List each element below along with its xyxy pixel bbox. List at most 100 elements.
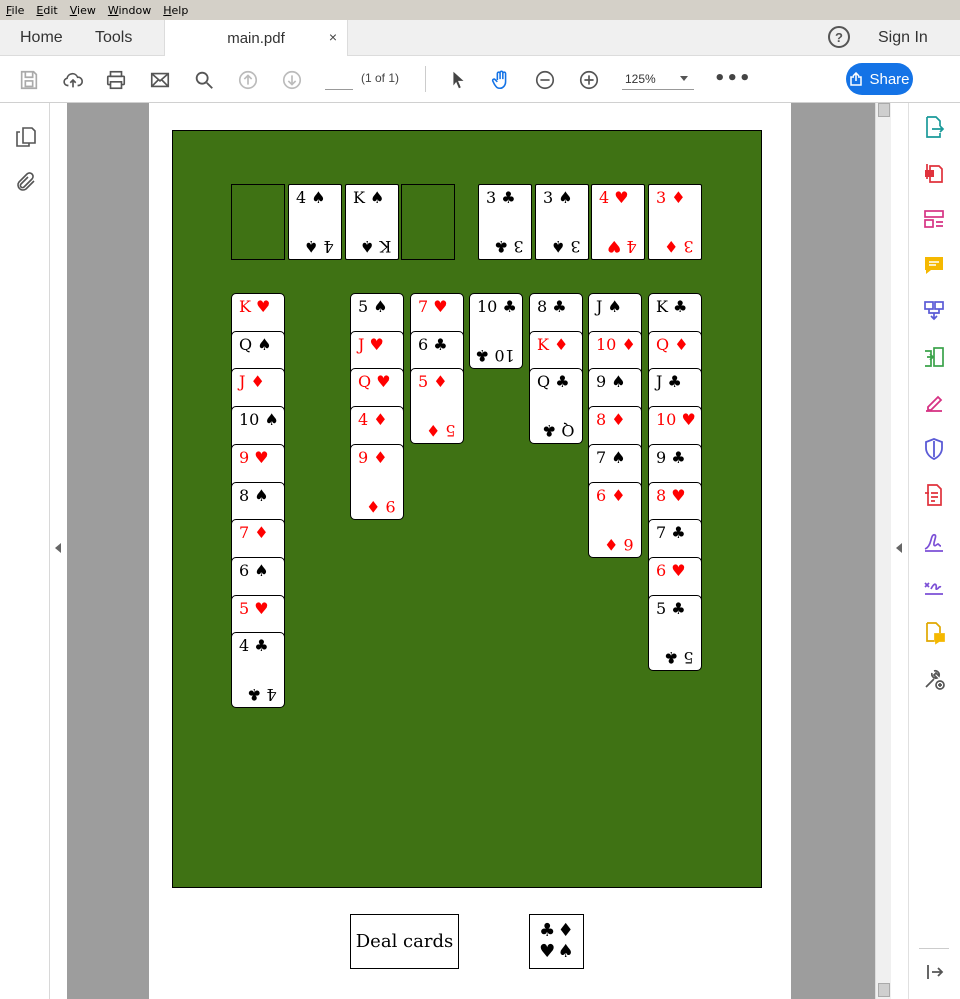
card-corner-label: 4 ♠ xyxy=(296,188,326,207)
card-corner-label-inverted: 6 ♦ xyxy=(604,534,634,554)
suits-button[interactable]: ♣ ♦ ♥ ♠ xyxy=(529,914,584,969)
card-corner-label: J ♠ xyxy=(596,297,622,316)
card-corner-label: 3 ♦ xyxy=(656,188,686,207)
zoom-out-icon[interactable] xyxy=(533,68,557,92)
card-corner-label-inverted: 9 ♦ xyxy=(366,496,396,516)
share-label: Share xyxy=(869,70,910,88)
document-viewport[interactable]: 4 ♠ 4 ♠ K ♠ K ♠ 3 ♣ 3 ♣ 3 ♠ 3 ♠ 4 ♥ 4 ♥ 3 ♦ 3 ♦ K ♥ K… xyxy=(67,103,875,999)
card-corner-label: 8 ♣ xyxy=(537,297,567,316)
menu-edit[interactable]: Edit xyxy=(36,4,57,17)
tab-home[interactable]: Home xyxy=(20,20,63,56)
combine-files-icon[interactable] xyxy=(922,299,946,323)
upload-cloud-icon[interactable] xyxy=(61,68,85,92)
pages-thumbnails-icon[interactable] xyxy=(14,125,38,149)
card-5-of-diamonds[interactable]: 5 ♦ 5 ♦ xyxy=(410,368,464,445)
hand-tool-icon[interactable] xyxy=(489,68,513,92)
menu-bar: File Edit View Window Help xyxy=(0,0,960,20)
toolbar: (1 of 1) 125% ••• Share xyxy=(0,56,960,103)
card-corner-label: 6 ♠ xyxy=(239,560,269,580)
share-icon xyxy=(850,72,863,86)
card-corner-label: 5 ♥ xyxy=(239,598,269,618)
more-options-icon[interactable]: ••• xyxy=(714,68,752,89)
zoom-in-icon[interactable] xyxy=(577,68,601,92)
card-corner-label: J ♣ xyxy=(656,372,682,392)
help-icon[interactable]: ? xyxy=(828,26,850,48)
vertical-scrollbar[interactable] xyxy=(875,103,891,999)
card-corner-label: 10 ♥ xyxy=(656,410,696,430)
fill-sign-icon[interactable] xyxy=(922,391,946,415)
card-corner-label: 8 ♥ xyxy=(656,485,686,505)
zoom-level-select[interactable]: 125% xyxy=(622,68,694,90)
card-corner-label: K ♣ xyxy=(656,297,688,316)
collapse-panel-icon[interactable] xyxy=(922,960,946,984)
more-tools-icon[interactable] xyxy=(922,667,946,691)
create-pdf-icon[interactable] xyxy=(922,161,946,185)
menu-view[interactable]: View xyxy=(70,4,96,17)
scroll-up-button[interactable] xyxy=(878,103,890,117)
menu-help[interactable]: Help xyxy=(163,4,188,17)
card-3-of-clubs[interactable]: 3 ♣ 3 ♣ xyxy=(478,184,532,260)
save-icon[interactable] xyxy=(17,68,41,92)
menu-window[interactable]: Window xyxy=(108,4,151,17)
deal-cards-button[interactable]: Deal cards xyxy=(350,914,459,969)
share-button[interactable]: Share xyxy=(846,63,913,95)
card-queen-of-clubs[interactable]: Q ♣ Q ♣ xyxy=(529,368,583,445)
empty-card-slot[interactable] xyxy=(231,184,285,260)
game-table: 4 ♠ 4 ♠ K ♠ K ♠ 3 ♣ 3 ♣ 3 ♠ 3 ♠ 4 ♥ 4 ♥ 3 ♦ 3 ♦ K ♥ K… xyxy=(172,130,762,888)
scroll-down-button[interactable] xyxy=(878,983,890,997)
search-icon[interactable] xyxy=(192,68,216,92)
card-4-of-clubs[interactable]: 4 ♣ 4 ♣ xyxy=(231,632,285,709)
card-corner-label: 3 ♣ xyxy=(486,188,516,207)
card-corner-label: 6 ♥ xyxy=(656,560,686,580)
compress-pdf-icon[interactable] xyxy=(922,483,946,507)
card-9-of-diamonds[interactable]: 9 ♦ 9 ♦ xyxy=(350,443,404,520)
email-icon[interactable] xyxy=(148,68,172,92)
right-panel-toggle[interactable] xyxy=(891,103,908,999)
card-4-of-spades[interactable]: 4 ♠ 4 ♠ xyxy=(288,184,342,260)
tab-tools[interactable]: Tools xyxy=(95,20,132,56)
zoom-level-value: 125% xyxy=(625,71,656,86)
card-4-of-hearts[interactable]: 4 ♥ 4 ♥ xyxy=(591,184,645,260)
card-corner-label: 8 ♠ xyxy=(239,485,269,505)
card-corner-label: 6 ♣ xyxy=(418,334,448,354)
card-6-of-diamonds[interactable]: 6 ♦ 6 ♦ xyxy=(588,481,642,558)
card-5-of-clubs[interactable]: 5 ♣ 5 ♣ xyxy=(648,594,702,671)
close-tab-icon[interactable]: × xyxy=(329,29,337,45)
organize-pages-icon[interactable] xyxy=(922,345,946,369)
card-corner-label: 7 ♠ xyxy=(596,447,626,467)
card-corner-label: 10 ♦ xyxy=(596,334,636,354)
export-pdf-icon[interactable] xyxy=(922,115,946,139)
card-corner-label: 9 ♦ xyxy=(358,447,388,467)
comment-icon[interactable] xyxy=(922,253,946,277)
tab-bar: Home Tools main.pdf × ? Sign In xyxy=(0,20,960,57)
card-corner-label: J ♥ xyxy=(358,334,384,354)
card-corner-label-inverted: 5 ♣ xyxy=(664,647,694,667)
card-10-of-clubs[interactable]: 10 ♣ 10 ♣ xyxy=(469,293,523,369)
previous-page-icon[interactable] xyxy=(236,68,260,92)
menu-file[interactable]: File xyxy=(6,4,24,17)
request-signature-icon[interactable] xyxy=(922,529,946,553)
card-corner-label-inverted: 4 ♥ xyxy=(607,237,637,256)
send-for-comments-icon[interactable] xyxy=(922,621,946,645)
select-cursor-icon[interactable] xyxy=(446,68,470,92)
card-corner-label: K ♦ xyxy=(537,334,569,354)
page-number-input[interactable] xyxy=(325,68,353,90)
card-3-of-spades[interactable]: 3 ♠ 3 ♠ xyxy=(535,184,589,260)
card-corner-label: 7 ♦ xyxy=(239,523,269,543)
edit-pdf-icon[interactable] xyxy=(922,207,946,231)
card-king-of-spades[interactable]: K ♠ K ♠ xyxy=(345,184,399,260)
empty-card-slot[interactable] xyxy=(401,184,455,260)
protect-icon[interactable] xyxy=(922,437,946,461)
attachments-icon[interactable] xyxy=(14,170,38,194)
sign-in-link[interactable]: Sign In xyxy=(878,20,928,56)
sign-icon[interactable] xyxy=(922,575,946,599)
card-corner-label-inverted: K ♠ xyxy=(359,237,391,256)
card-corner-label: 5 ♦ xyxy=(418,372,448,392)
tab-document[interactable]: main.pdf × xyxy=(164,20,348,57)
print-icon[interactable] xyxy=(104,68,128,92)
card-corner-label: 7 ♣ xyxy=(656,523,686,543)
next-page-icon[interactable] xyxy=(280,68,304,92)
card-3-of-diamonds[interactable]: 3 ♦ 3 ♦ xyxy=(648,184,702,260)
card-corner-label: Q ♠ xyxy=(239,334,272,354)
left-panel-toggle[interactable] xyxy=(50,103,67,999)
